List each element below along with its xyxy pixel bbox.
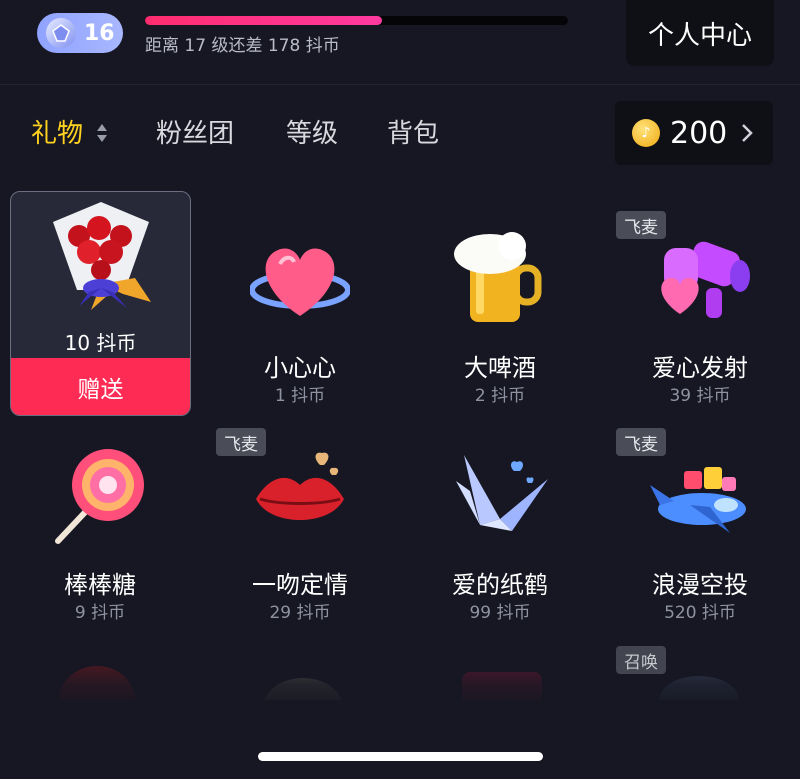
gift-item-heart-launcher[interactable]: 爱心发射 39 抖币	[600, 192, 800, 412]
gift-name: 小心心	[264, 354, 336, 382]
lips-icon	[256, 452, 344, 520]
lollipop-icon	[55, 449, 144, 544]
gift-item-lollipop[interactable]: 棒棒糖 9 抖币	[0, 409, 200, 629]
tab-level[interactable]: 等级	[286, 113, 338, 150]
header-divider	[0, 84, 800, 85]
heart-launcher-icon	[661, 241, 750, 318]
gift-price: 9 抖币	[74, 603, 126, 623]
tag-summon: 召唤	[616, 646, 666, 674]
gift-price: 99 抖币	[469, 603, 531, 623]
gift-price: 2 抖币	[474, 386, 526, 406]
level-progress-bar	[145, 16, 568, 25]
gift-price: 29 抖币	[269, 603, 331, 623]
sort-arrows-icon[interactable]	[96, 122, 108, 144]
gift-name: 爱的纸鹤	[452, 571, 548, 599]
home-indicator[interactable]	[258, 752, 543, 761]
level-number: 16	[84, 20, 115, 46]
selected-gift-price: 10 抖币	[64, 331, 137, 355]
airdrop-plane-icon	[650, 467, 746, 533]
coin-icon: ♪	[632, 119, 660, 147]
gift-name: 浪漫空投	[652, 571, 748, 599]
send-gift-button[interactable]: 赠送	[11, 358, 190, 415]
diamond-icon	[46, 18, 76, 48]
gift-item-airdrop-plane[interactable]: 浪漫空投 520 抖币	[600, 409, 800, 629]
gift-item-lips[interactable]: 一吻定情 29 抖币	[200, 409, 400, 629]
gift-price: 520 抖币	[664, 603, 736, 623]
gift-price: 1 抖币	[274, 386, 326, 406]
coin-balance: 200	[670, 115, 728, 151]
profile-center-button[interactable]: 个人中心	[626, 0, 774, 66]
chevron-right-icon	[742, 124, 754, 142]
rose-bouquet-icon	[53, 202, 151, 310]
gift-item-paper-crane[interactable]: 爱的纸鹤 99 抖币	[400, 409, 600, 629]
heart-icon	[250, 248, 350, 316]
beer-icon	[454, 232, 542, 322]
selected-gift-card[interactable]: 10 抖币 赠送	[10, 191, 191, 416]
gift-name: 一吻定情	[252, 571, 348, 599]
gift-name: 爱心发射	[652, 354, 748, 382]
level-progress-text: 距离 17 级还差 178 抖币	[145, 36, 340, 56]
gift-item-beer[interactable]: 大啤酒 2 抖币	[400, 192, 600, 412]
gift-name: 大啤酒	[464, 354, 536, 382]
level-progress-fill	[145, 16, 382, 25]
scroll-fade	[0, 640, 800, 710]
level-badge[interactable]: 16	[37, 13, 123, 53]
gift-name: 棒棒糖	[64, 571, 136, 599]
gift-price: 39 抖币	[669, 386, 731, 406]
coin-balance-button[interactable]: ♪ 200	[615, 101, 773, 165]
paper-crane-icon	[456, 455, 548, 531]
gift-item-heart[interactable]: 小心心 1 抖币	[200, 192, 400, 412]
tab-fan-club[interactable]: 粉丝团	[156, 113, 234, 150]
tab-gifts[interactable]: 礼物	[31, 113, 83, 150]
tab-backpack[interactable]: 背包	[387, 113, 439, 150]
